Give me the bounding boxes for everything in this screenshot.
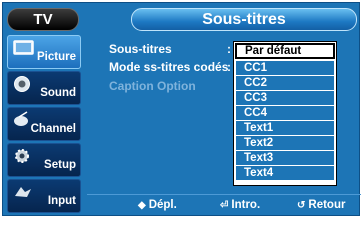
osd-window: TV Sous-titres Picture Sound Channel Set… <box>2 2 361 216</box>
sidebar-item-sound[interactable]: Sound <box>7 71 81 105</box>
enter-icon: ⏎ <box>220 200 229 211</box>
sidebar-item-label: Input <box>47 195 76 207</box>
menu-item-caption-option: Caption Option <box>109 79 196 93</box>
hint-move-label: Dépl. <box>148 199 177 211</box>
sidebar-item-label: Setup <box>44 159 76 171</box>
sidebar-item-picture[interactable]: Picture <box>7 35 81 69</box>
input-icon <box>15 187 31 197</box>
sidebar-item-input[interactable]: Input <box>7 179 81 213</box>
dropdown-option[interactable]: Text1 <box>236 121 334 135</box>
dropdown-option[interactable]: CC3 <box>236 91 334 105</box>
hint-return-label: Retour <box>308 199 346 211</box>
sidebar-item-setup[interactable]: Setup <box>7 143 81 177</box>
sidebar-item-label: Picture <box>37 51 76 63</box>
hint-return: ↺ Retour <box>297 199 345 211</box>
dropdown-option[interactable]: Text2 <box>236 136 334 150</box>
hint-enter: ⏎ Intro. <box>220 199 260 211</box>
hint-enter-label: Intro. <box>231 199 261 211</box>
menu-item-sous-titres[interactable]: Sous-titres <box>109 42 172 56</box>
sidebar-item-channel[interactable]: Channel <box>7 107 81 141</box>
dropdown-option[interactable]: CC4 <box>236 106 334 120</box>
dropdown-option[interactable]: CC1 <box>236 61 334 75</box>
setup-icon <box>15 149 29 163</box>
move-icon: ◆ <box>138 200 146 211</box>
hint-move: ◆ Dépl. <box>138 199 177 211</box>
menu-item-mode-ss-titres[interactable]: Mode ss-titres codés <box>109 60 228 74</box>
subtitle-dropdown[interactable]: Par défaut CC1 CC2 CC3 CC4 Text1 Text2 T… <box>233 41 337 186</box>
menu-title: Sous-titres <box>131 8 357 31</box>
tv-tab: TV <box>7 8 79 31</box>
dropdown-option-selected[interactable]: Par défaut <box>235 43 335 59</box>
dropdown-option[interactable]: Text3 <box>236 151 334 165</box>
sidebar-item-label: Sound <box>40 87 76 99</box>
menu-colon: : <box>227 42 231 56</box>
sidebar-item-label: Channel <box>30 123 76 135</box>
picture-icon <box>13 40 34 55</box>
sidebar: Picture Sound Channel Setup Input <box>7 35 81 215</box>
return-icon: ↺ <box>297 200 306 211</box>
footer-hints: ◆ Dépl. ⏎ Intro. ↺ Retour <box>87 194 361 216</box>
dropdown-option[interactable]: CC2 <box>236 76 334 90</box>
sound-icon <box>14 76 30 92</box>
dropdown-option[interactable]: Text4 <box>236 166 334 180</box>
menu-colon: : <box>227 60 231 74</box>
